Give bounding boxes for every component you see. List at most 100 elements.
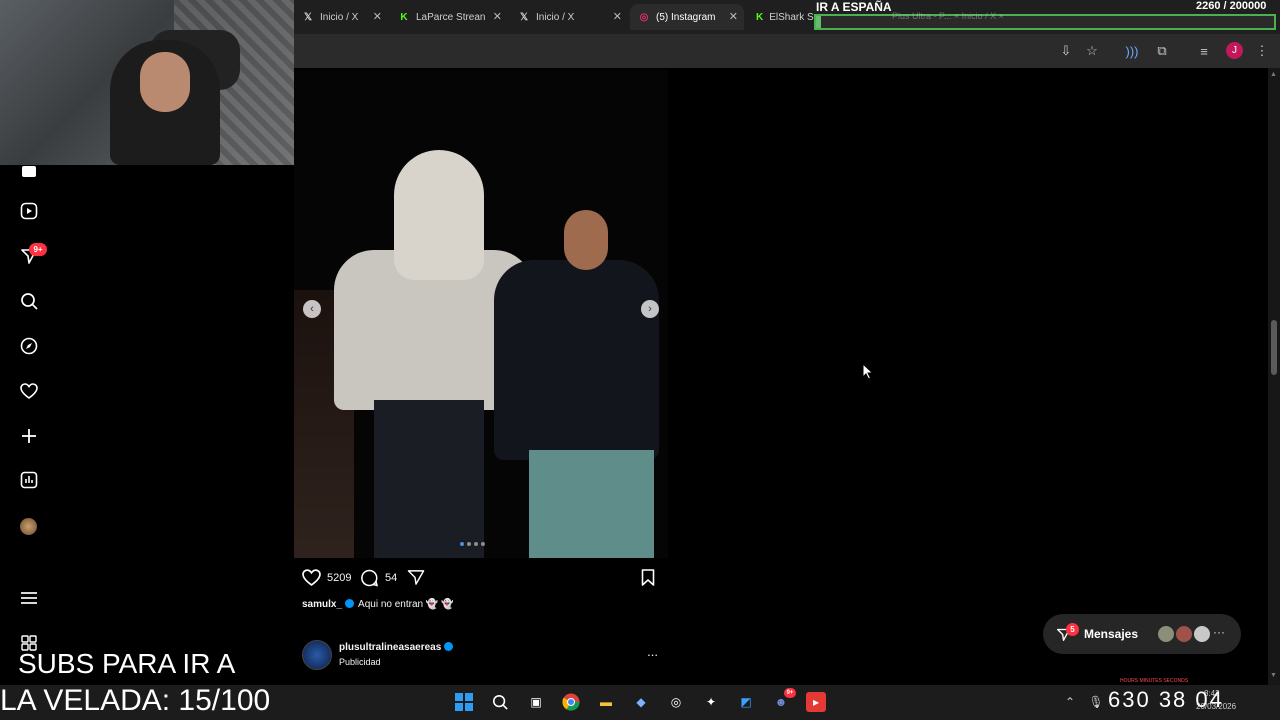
menu-icon[interactable] bbox=[19, 588, 39, 608]
extensions-puzzle-icon[interactable]: ⧉ bbox=[1154, 43, 1170, 59]
photo-person-cap bbox=[484, 200, 664, 558]
notifications-badge: 9+ bbox=[29, 243, 47, 256]
install-app-icon[interactable]: ⇩ bbox=[1058, 43, 1074, 59]
search-icon[interactable] bbox=[490, 692, 510, 712]
caption-text: Aqui no entran bbox=[358, 599, 424, 610]
like-button[interactable]: 5209 bbox=[302, 569, 351, 586]
browser-tab[interactable]: K ElShark Strea bbox=[748, 4, 814, 30]
app-icon[interactable]: ◩ bbox=[736, 692, 756, 712]
post-caption: samulx_ Aqui no entran 👻 👻 bbox=[302, 599, 454, 610]
stream-timer: 630 38 04 bbox=[1108, 687, 1224, 712]
sponsored-label: Publicidad bbox=[339, 657, 381, 667]
like-count: 5209 bbox=[327, 571, 352, 584]
browser-tab[interactable]: 𝕏 Inicio / X ✕ bbox=[294, 4, 388, 30]
comment-count: 54 bbox=[385, 572, 398, 584]
tab-label: LaParce Strean bbox=[416, 11, 486, 23]
close-icon[interactable]: ✕ bbox=[493, 10, 502, 23]
carousel-dot bbox=[460, 542, 464, 546]
instagram-logo-icon: ◎ bbox=[639, 11, 649, 23]
media-control-icon[interactable]: ≡ bbox=[1196, 43, 1212, 59]
create-icon[interactable] bbox=[19, 426, 39, 446]
goal-progress-fill bbox=[816, 16, 822, 28]
goal-count: 2260 / 200000 bbox=[1196, 0, 1267, 12]
close-icon[interactable]: ✕ bbox=[729, 10, 738, 23]
chat-avatar bbox=[1175, 625, 1193, 643]
reels-icon[interactable] bbox=[19, 201, 39, 221]
messages-more[interactable]: ··· bbox=[1213, 625, 1225, 639]
carousel-dot bbox=[481, 542, 485, 546]
save-button[interactable] bbox=[641, 569, 655, 586]
caption-username[interactable]: samulx_ bbox=[302, 599, 342, 610]
share-button[interactable] bbox=[407, 569, 425, 586]
tab-label: Inicio / X bbox=[320, 11, 359, 23]
app-icon[interactable]: ◎ bbox=[666, 692, 686, 712]
post-options-button[interactable]: ... bbox=[647, 644, 658, 659]
messages-badge: 5 bbox=[1066, 623, 1079, 636]
tab-label: Inicio / X bbox=[536, 11, 575, 23]
bookmark-icon bbox=[641, 569, 655, 586]
next-post-name-row: plusultralineasaereas bbox=[339, 642, 457, 653]
carousel-next-button[interactable]: › bbox=[641, 300, 659, 318]
page-scrollbar[interactable]: ▲ ▼ bbox=[1268, 68, 1280, 685]
file-explorer-icon[interactable]: ▬ bbox=[596, 692, 616, 712]
explore-icon[interactable] bbox=[19, 336, 39, 356]
post-actions: 5209 54 bbox=[302, 569, 668, 589]
task-view-icon[interactable]: ▣ bbox=[526, 692, 546, 712]
photo-person-hooded bbox=[334, 150, 534, 558]
dashboard-icon[interactable] bbox=[19, 470, 39, 490]
instagram-sidebar: 9+ bbox=[0, 165, 58, 685]
comment-button[interactable]: 54 bbox=[360, 569, 397, 587]
kick-logo-icon: K bbox=[400, 11, 408, 23]
subs-goal-line2: LA VELADA: 15/100 bbox=[0, 684, 271, 717]
messages-pill[interactable]: 5 Mensajes ··· bbox=[1043, 614, 1241, 654]
microphone-icon[interactable]: 🎙 bbox=[1086, 692, 1106, 712]
carousel-prev-button[interactable]: ‹ bbox=[303, 300, 321, 318]
app-icon[interactable]: ◆ bbox=[631, 692, 651, 712]
tray-chevron-icon[interactable]: ⌃ bbox=[1060, 692, 1080, 712]
chat-avatar bbox=[1193, 625, 1211, 643]
x-logo-icon: 𝕏 bbox=[303, 11, 313, 23]
chrome-icon[interactable] bbox=[561, 692, 581, 712]
browser-tab-active[interactable]: ◎ (5) Instagram ✕ bbox=[630, 4, 744, 30]
profile-avatar[interactable]: J bbox=[1226, 42, 1243, 59]
screen: 𝕏 Inicio / X ✕ K LaParce Strean ✕ 𝕏 Inic… bbox=[0, 0, 1280, 720]
webcam-feed bbox=[0, 0, 294, 165]
webcam-streamer-head bbox=[140, 52, 190, 112]
carousel-dots bbox=[460, 542, 485, 546]
extension-wave-icon[interactable]: ))) bbox=[1124, 43, 1140, 59]
browser-tab[interactable]: 𝕏 Inicio / X ✕ bbox=[510, 4, 628, 30]
ghost-tabs-text: Plus Ultra - P... × Inicio / X × bbox=[892, 11, 1004, 21]
app-icon[interactable]: ✦ bbox=[701, 692, 721, 712]
carousel-dot bbox=[474, 542, 478, 546]
home-icon[interactable] bbox=[19, 161, 39, 181]
windows-start-icon[interactable] bbox=[454, 692, 474, 712]
goal-progress-bar bbox=[814, 14, 1276, 30]
search-icon[interactable] bbox=[19, 291, 39, 311]
comment-icon bbox=[361, 569, 379, 587]
x-logo-icon: 𝕏 bbox=[519, 11, 529, 23]
share-icon bbox=[407, 570, 425, 585]
scrollbar-thumb[interactable] bbox=[1271, 320, 1277, 375]
scroll-down-arrow-icon[interactable]: ▼ bbox=[1270, 672, 1277, 679]
browser-menu-icon[interactable]: ⋮ bbox=[1254, 43, 1270, 59]
next-post-avatar[interactable] bbox=[302, 640, 332, 670]
scroll-up-arrow-icon[interactable]: ▲ bbox=[1270, 71, 1277, 78]
bookmark-star-icon[interactable]: ☆ bbox=[1084, 43, 1100, 59]
notifications-icon[interactable] bbox=[19, 381, 39, 401]
close-icon[interactable]: ✕ bbox=[613, 10, 622, 23]
recording-app-icon[interactable]: ▸ bbox=[806, 692, 826, 712]
tab-label: (5) Instagram bbox=[656, 11, 716, 23]
caption-emoji: 👻 👻 bbox=[425, 599, 454, 610]
verified-icon bbox=[444, 642, 454, 651]
profile-avatar[interactable] bbox=[20, 518, 37, 535]
kick-logo-icon: K bbox=[756, 11, 764, 23]
next-post-username[interactable]: plusultralineasaereas bbox=[339, 642, 441, 653]
browser-tab[interactable]: K LaParce Strean ✕ bbox=[390, 4, 508, 30]
close-icon[interactable]: ✕ bbox=[373, 10, 382, 23]
chat-avatar bbox=[1157, 625, 1175, 643]
browser-toolbar: ⇩ ☆ ))) ⧉ ≡ J ⋮ bbox=[294, 34, 1280, 68]
post-photo[interactable]: ‹ › bbox=[294, 70, 668, 558]
tab-label: ElShark Strea bbox=[769, 11, 814, 23]
verified-icon bbox=[345, 599, 355, 608]
heart-icon bbox=[302, 569, 321, 586]
